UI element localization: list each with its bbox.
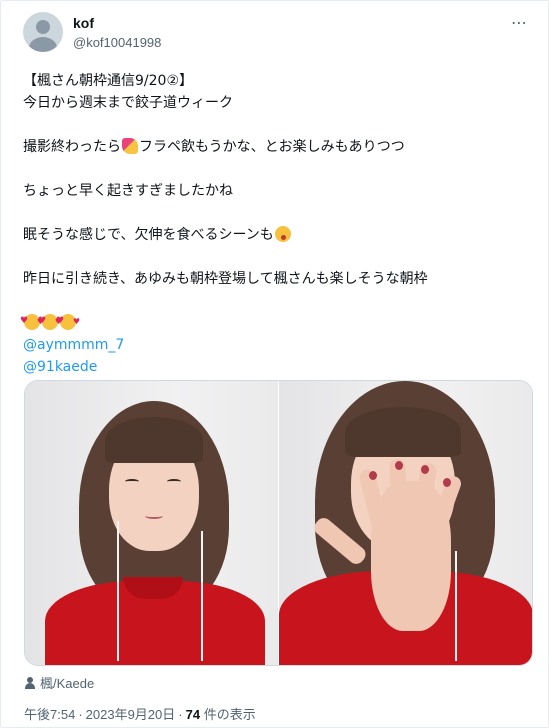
emoji-row: [20, 310, 528, 334]
bangs-shape: [345, 407, 461, 457]
media-caption-text: 楓/Kaede: [40, 676, 95, 691]
views-label: 件の表示: [203, 707, 256, 722]
avatar-head-shape: [36, 20, 50, 34]
smiling-hearts-emoji-icon: [56, 310, 80, 333]
person-icon: [24, 676, 36, 689]
user-handle[interactable]: @kof10041998: [73, 35, 161, 50]
tweet-line: 今日から週末まで餃子道ウィーク: [23, 95, 233, 111]
tweet-text: 【楓さん朝枠通信9/20②】 今日から週末まで餃子道ウィーク 撮影終わったら フラ…: [20, 70, 528, 378]
more-options-icon[interactable]: ⋯: [511, 13, 528, 33]
photo-left[interactable]: [25, 381, 278, 665]
tweet-time[interactable]: 午後7:54: [24, 707, 75, 722]
avatar-body-shape: [29, 37, 57, 52]
closed-eye-shape: [167, 479, 181, 484]
earphone-wire: [455, 551, 457, 661]
tweet-line: 眠そうな感じで、欠伸を食べるシーンも: [23, 224, 528, 246]
views-count: 74: [185, 707, 201, 722]
yawning-face-emoji-icon: [274, 226, 291, 242]
media-grid: [24, 380, 533, 666]
mention-link[interactable]: @91kaede: [23, 356, 528, 378]
nail-shape: [395, 461, 403, 470]
nail-shape: [443, 478, 451, 487]
drink-emoji-icon: [122, 138, 138, 154]
tweet-line-part: 眠そうな感じで、欠伸を食べるシーンも: [23, 227, 274, 243]
separator-dot: ·: [178, 707, 183, 722]
mention-link[interactable]: @aymmmm_7: [23, 334, 528, 356]
photo-right[interactable]: [279, 381, 532, 665]
closed-eye-shape: [125, 479, 139, 484]
tweet-line: 撮影終わったら フラペ飲もうかな、とお楽しみもありつつ: [23, 136, 528, 158]
tweet-line-part: 撮影終わったら: [23, 139, 121, 155]
tweet-metadata: 午後7:54 · 2023年9月20日 · 74 件の表示: [24, 704, 256, 723]
tweet-line: 【楓さん朝枠通信9/20②】: [23, 73, 193, 89]
bangs-shape: [105, 417, 203, 463]
avatar[interactable]: [23, 12, 63, 52]
media-caption[interactable]: 楓/Kaede: [24, 673, 94, 692]
display-name[interactable]: kof: [73, 15, 94, 31]
separator-dot: ·: [78, 707, 83, 722]
tweet-date[interactable]: 2023年9月20日: [86, 707, 176, 722]
earphone-wire: [201, 531, 203, 661]
tweet-card: kof @kof10041998 ⋯ 【楓さん朝枠通信9/20②】 今日から週末…: [0, 0, 549, 728]
tweet-line-part: フラペ飲もうかな、とお楽しみもありつつ: [139, 139, 405, 155]
nail-shape: [421, 465, 429, 474]
nail-shape: [369, 471, 377, 480]
smile-shape: [145, 513, 163, 519]
tweet-line: ちょっと早く起きすぎましたかね: [23, 183, 233, 199]
tweet-line: 昨日に引き続き、あゆみも朝枠登場して楓さんも楽しそうな朝枠: [23, 271, 428, 287]
earphone-wire: [117, 521, 119, 661]
